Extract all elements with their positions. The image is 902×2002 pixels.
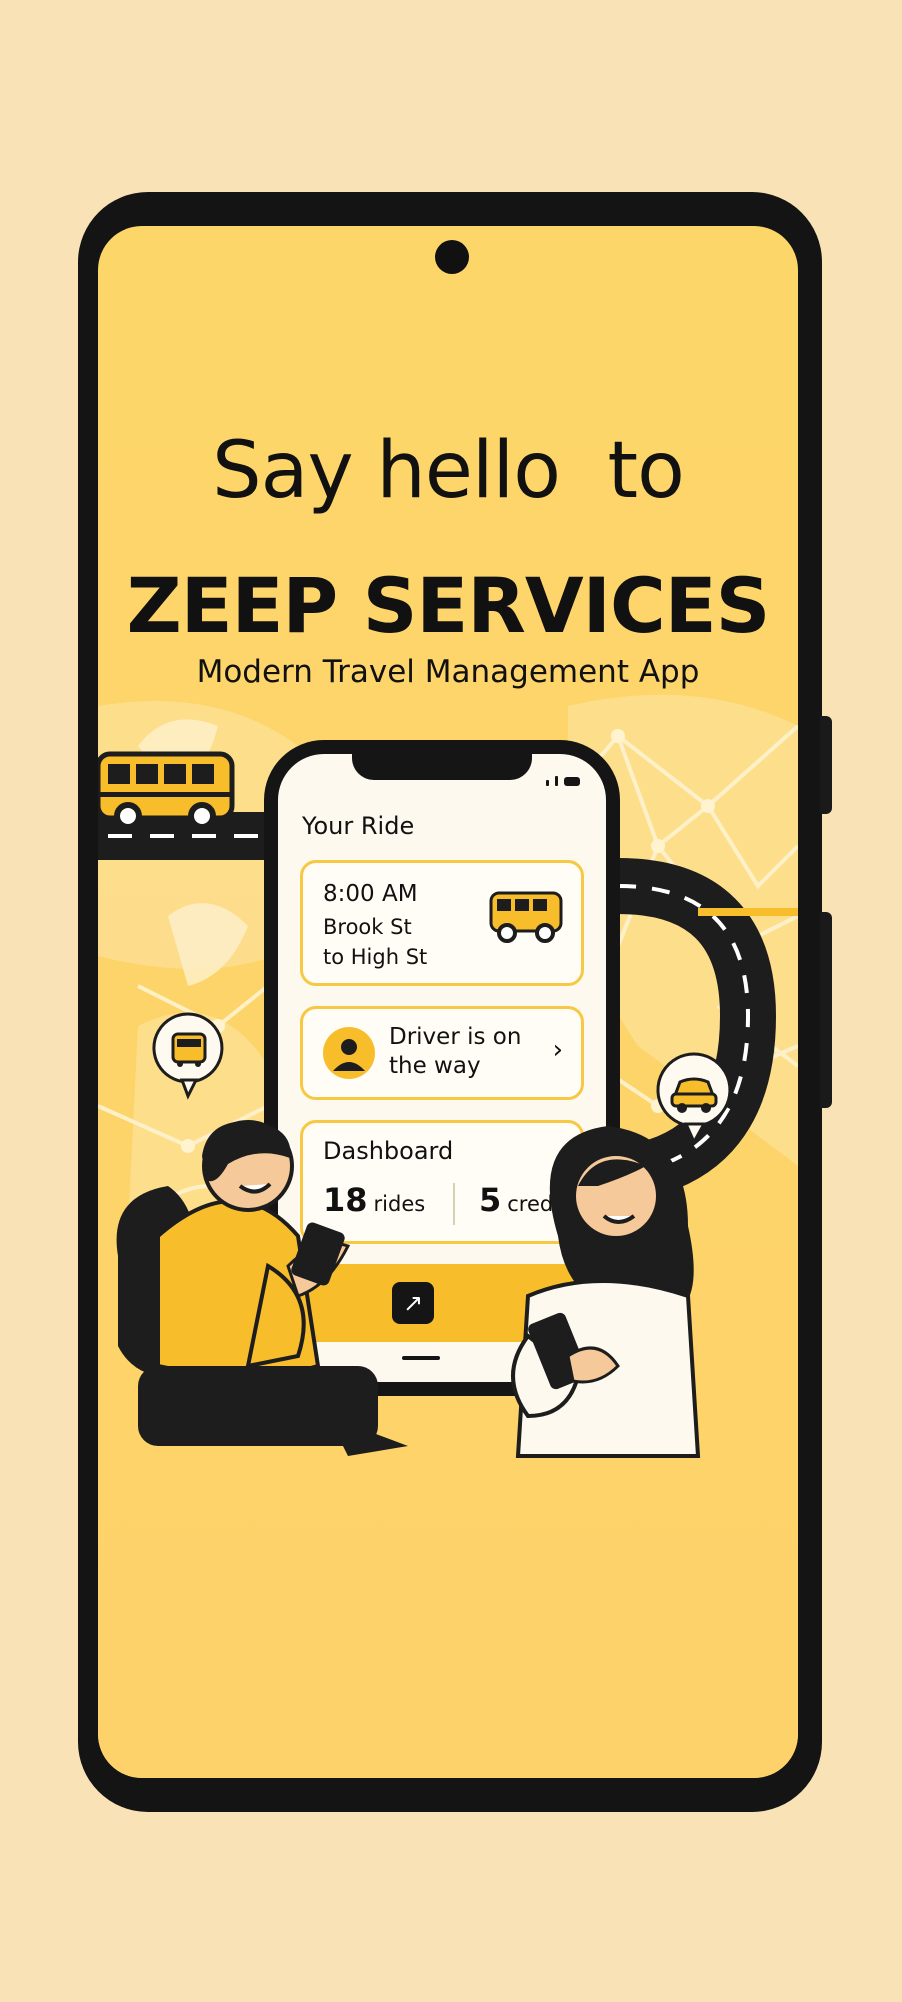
person-icon: [323, 1027, 375, 1079]
battery-icon: [564, 777, 580, 786]
people-illustration: [116, 1120, 701, 1458]
signal-icon: [546, 780, 549, 786]
bus-icon: [489, 891, 563, 943]
chevron-right-icon[interactable]: ›: [553, 1035, 563, 1065]
man-figure: [116, 1120, 408, 1456]
driver-status-card[interactable]: Driver is on the way ›: [300, 1006, 584, 1100]
signal-icon: [555, 776, 558, 786]
tagline: Modern Travel Management App: [196, 654, 700, 690]
status-bar: [546, 776, 580, 786]
power-button: [820, 912, 832, 1108]
greeting-heading: Say hello to: [212, 426, 685, 516]
front-camera: [435, 240, 469, 274]
woman-figure: [511, 1126, 701, 1458]
phone-notch: [352, 754, 532, 780]
driver-status-text: Driver is on the way: [389, 1024, 522, 1079]
trip-card[interactable]: 8:00 AM Brook St to High St: [300, 860, 584, 986]
volume-button: [820, 716, 832, 814]
footer-band: [98, 1566, 798, 1778]
device-screen: Say hello to ZEEP SERVICES Modern Travel…: [98, 226, 798, 1778]
brand-title: ZEEP SERVICES: [126, 561, 771, 650]
trip-time: 8:00 AM: [323, 881, 418, 907]
trip-destination: to High St: [323, 945, 428, 969]
trip-origin: Brook St: [323, 915, 412, 939]
your-ride-title: Your Ride: [302, 812, 415, 840]
